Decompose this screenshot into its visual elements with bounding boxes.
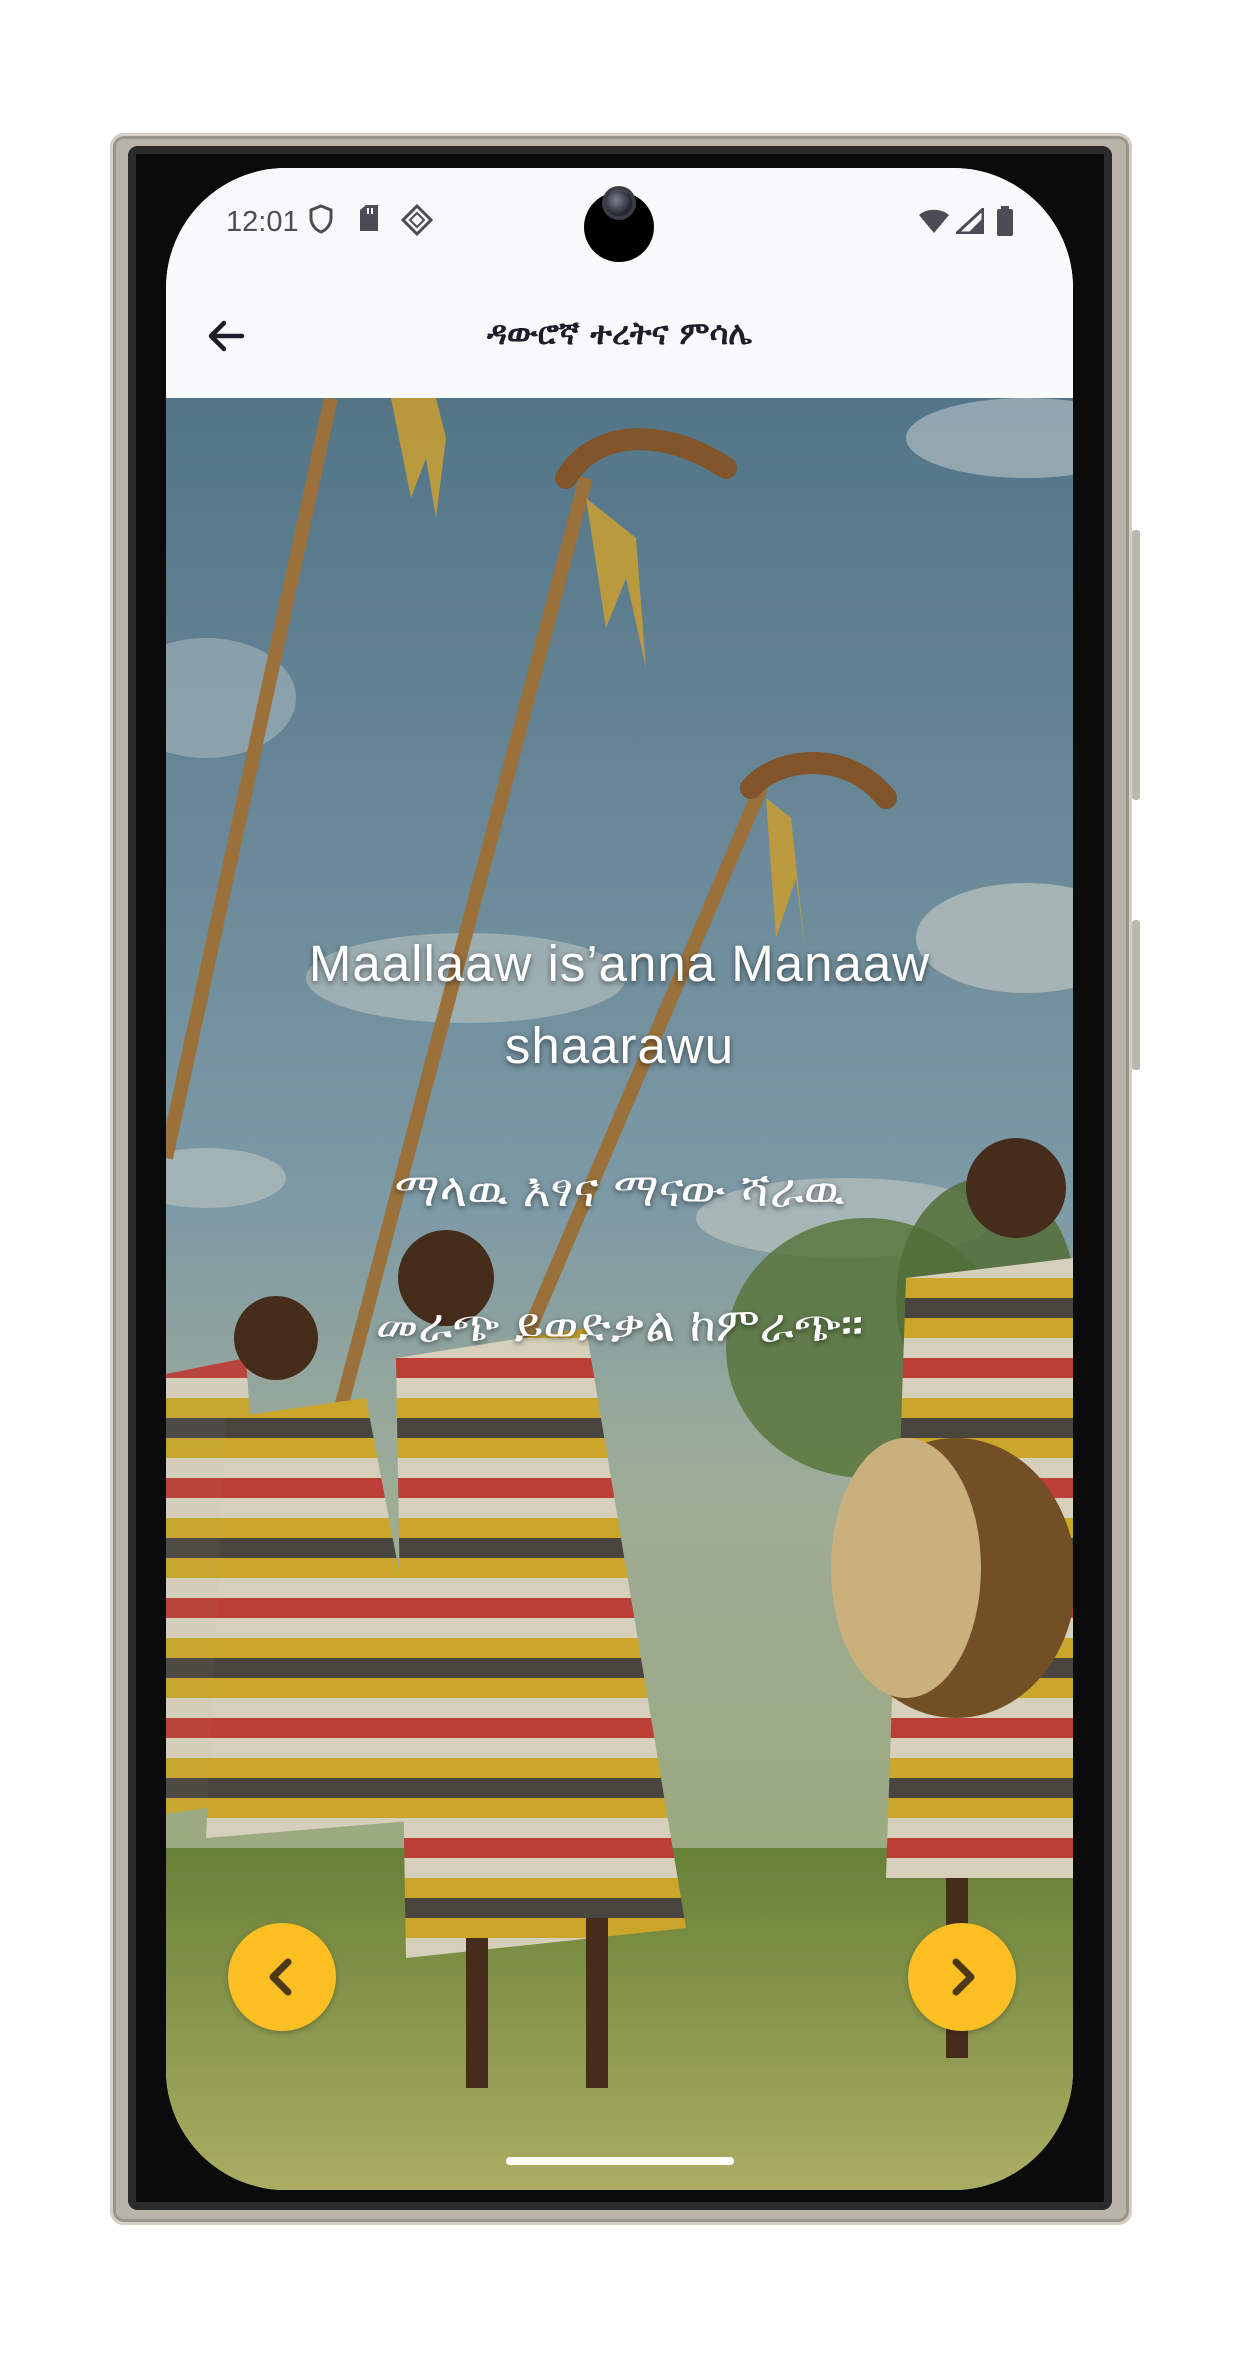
home-indicator[interactable] (506, 2157, 734, 2165)
status-time: 12:01 (226, 206, 299, 238)
volume-button (1132, 920, 1140, 1070)
previous-button[interactable] (228, 1923, 336, 2031)
status-bar: 12:01 (166, 168, 1073, 276)
diamond-icon (400, 203, 434, 240)
proverb-line-2: ማላዉ እፃና ማናው ሻራዉ (394, 1163, 845, 1218)
proverb-line-3: መራጭ ይወድቃል ከምራጭ፡፡ (375, 1298, 864, 1353)
page-title: ዳውሮኛ ተረትና ምሳሌ (486, 314, 753, 352)
phone-screen: 12:01 ዳውሮኛ ተረትና ምሳሌ Maallaaw is’anna Man… (166, 168, 1073, 2190)
chevron-left-icon (269, 1958, 292, 1996)
shield-icon (308, 204, 334, 238)
image-overlay (166, 398, 1073, 2190)
power-button (1132, 530, 1140, 800)
app-bar: ዳውሮኛ ተረትና ምሳሌ (166, 276, 1073, 398)
front-camera (584, 190, 654, 262)
proverb-card: Maallaaw is’anna Manaaw shaarawu ማላዉ እፃና… (166, 398, 1073, 2190)
next-button[interactable] (908, 1923, 1016, 2031)
battery-icon (996, 206, 1014, 240)
proverb-dawuro-text: Maallaaw is’anna Manaaw shaarawu (308, 935, 931, 1074)
chevron-right-icon (952, 1958, 975, 1996)
sd-card-icon (358, 204, 380, 236)
signal-icon (953, 205, 985, 238)
wifi-icon (918, 208, 950, 238)
